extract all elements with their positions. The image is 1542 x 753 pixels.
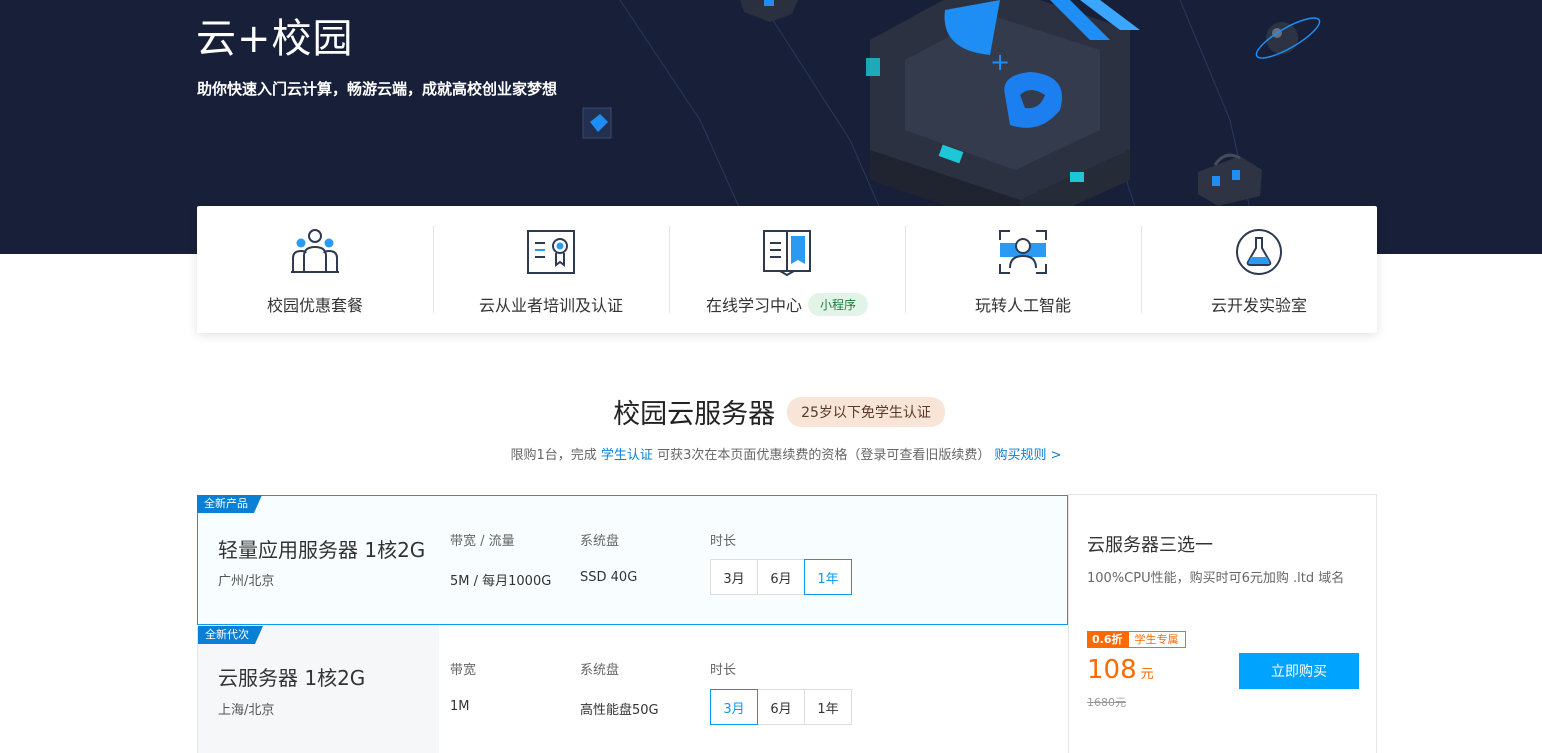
- buy-now-button[interactable]: 立即购买: [1239, 653, 1359, 689]
- summary-title: 云服务器三选一: [1087, 535, 1213, 556]
- nav-item-online-learning[interactable]: 在线学习中心 小程序: [669, 206, 905, 333]
- top-cube-art: [740, 0, 798, 22]
- planet-art: [1255, 17, 1321, 59]
- product-name: 轻量应用服务器 1核2G: [218, 538, 426, 562]
- student-exclusive-tag: 学生专属: [1127, 631, 1186, 648]
- note-prefix: 限购1台，完成: [510, 448, 597, 463]
- price-value: 108: [1087, 655, 1137, 685]
- nav-label: 云开发实验室: [1210, 296, 1307, 315]
- section-header: 校园云服务器 25岁以下免学生认证: [0, 392, 1542, 431]
- mini-program-badge: 小程序: [808, 292, 869, 316]
- duration-6-months-button[interactable]: 6月: [757, 559, 805, 595]
- svg-text:+: +: [990, 48, 1010, 76]
- face-scan-icon: [999, 230, 1047, 274]
- people-group-icon: [291, 229, 339, 273]
- bandwidth-value: 1M: [450, 699, 470, 714]
- nav-label: 校园优惠套餐: [266, 296, 363, 315]
- price-unit: 元: [1140, 667, 1154, 682]
- disk-value: 高性能盘50G: [580, 703, 659, 718]
- duration-6-months-button[interactable]: 6月: [757, 689, 805, 725]
- product-name: 云服务器 1核2G: [218, 666, 366, 690]
- price: 108 元: [1087, 655, 1154, 685]
- duration-selector: 3月 6月 1年: [710, 559, 852, 595]
- bandwidth-label: 带宽: [450, 663, 477, 678]
- nav-label: 云从业者培训及认证: [478, 296, 623, 315]
- discount-tag: 0.6折 学生专属: [1087, 631, 1186, 648]
- duration-1-year-button[interactable]: 1年: [804, 689, 852, 725]
- product-card-lighthouse[interactable]: 全新产品 轻量应用服务器 1核2G 广州/北京 带宽 / 流量 5M / 每月1…: [197, 495, 1068, 625]
- note-middle: 可获3次在本页面优惠续费的资格（登录可查看旧版续费）: [657, 448, 991, 463]
- product-region: 上海/北京: [218, 703, 275, 718]
- quick-nav-card: 校园优惠套餐 云从业者培训及认证 在线学习中心 小程序 玩转人工智能 云开发实验…: [197, 206, 1377, 333]
- nav-label: 玩转人工智能: [974, 296, 1071, 315]
- section-note: 限购1台，完成 学生认证 可获3次在本页面优惠续费的资格（登录可查看旧版续费） …: [0, 444, 1542, 463]
- disk-value: SSD 40G: [580, 570, 638, 585]
- flask-icon: [1236, 229, 1282, 275]
- duration-3-months-button[interactable]: 3月: [710, 559, 758, 595]
- bandwidth-value: 5M / 每月1000G: [450, 574, 552, 589]
- nav-label: 在线学习中心: [705, 296, 802, 315]
- age-exemption-pill: 25岁以下免学生认证: [787, 396, 945, 427]
- open-book-icon: [763, 230, 811, 276]
- product-card-cvm[interactable]: 全新代次 云服务器 1核2G 上海/北京 带宽 1M 系统盘 高性能盘50G 时…: [197, 625, 1068, 753]
- briefcase-art: [1198, 153, 1262, 206]
- nav-item-dev-lab[interactable]: 云开发实验室: [1141, 206, 1377, 333]
- purchase-rules-link[interactable]: 购买规则 >: [994, 448, 1061, 463]
- duration-selector: 3月 6月 1年: [710, 689, 852, 725]
- duration-1-year-button[interactable]: 1年: [804, 559, 852, 595]
- original-price: 1680元: [1087, 696, 1126, 709]
- duration-label: 时长: [710, 663, 737, 678]
- certificate-icon: [527, 230, 575, 274]
- student-cert-link[interactable]: 学生认证: [601, 448, 653, 463]
- small-cube-art: [582, 107, 612, 139]
- nav-item-cloud-training[interactable]: 云从业者培训及认证: [433, 206, 669, 333]
- isometric-platform-art: +: [866, 0, 1140, 230]
- new-generation-tag: 全新代次: [198, 626, 263, 644]
- discount-rate: 0.6折: [1087, 631, 1128, 648]
- hero-subtitle: 助你快速入门云计算，畅游云端，成就高校创业家梦想: [197, 80, 558, 98]
- nav-item-campus-package[interactable]: 校园优惠套餐: [197, 206, 433, 333]
- product-region: 广州/北京: [218, 574, 275, 589]
- disk-label: 系统盘: [580, 534, 620, 549]
- duration-3-months-button[interactable]: 3月: [710, 689, 758, 725]
- nav-item-ai[interactable]: 玩转人工智能: [905, 206, 1141, 333]
- bandwidth-label: 带宽 / 流量: [450, 534, 515, 549]
- hero-title: 云+校园: [196, 16, 354, 62]
- duration-label: 时长: [710, 534, 737, 549]
- disk-label: 系统盘: [580, 663, 620, 678]
- summary-description: 100%CPU性能，购买时可6元加购 .ltd 域名: [1087, 571, 1345, 586]
- purchase-summary-panel: 云服务器三选一 100%CPU性能，购买时可6元加购 .ltd 域名 0.6折 …: [1068, 494, 1377, 753]
- new-product-tag: 全新产品: [197, 495, 262, 513]
- section-title: 校园云服务器: [613, 399, 776, 430]
